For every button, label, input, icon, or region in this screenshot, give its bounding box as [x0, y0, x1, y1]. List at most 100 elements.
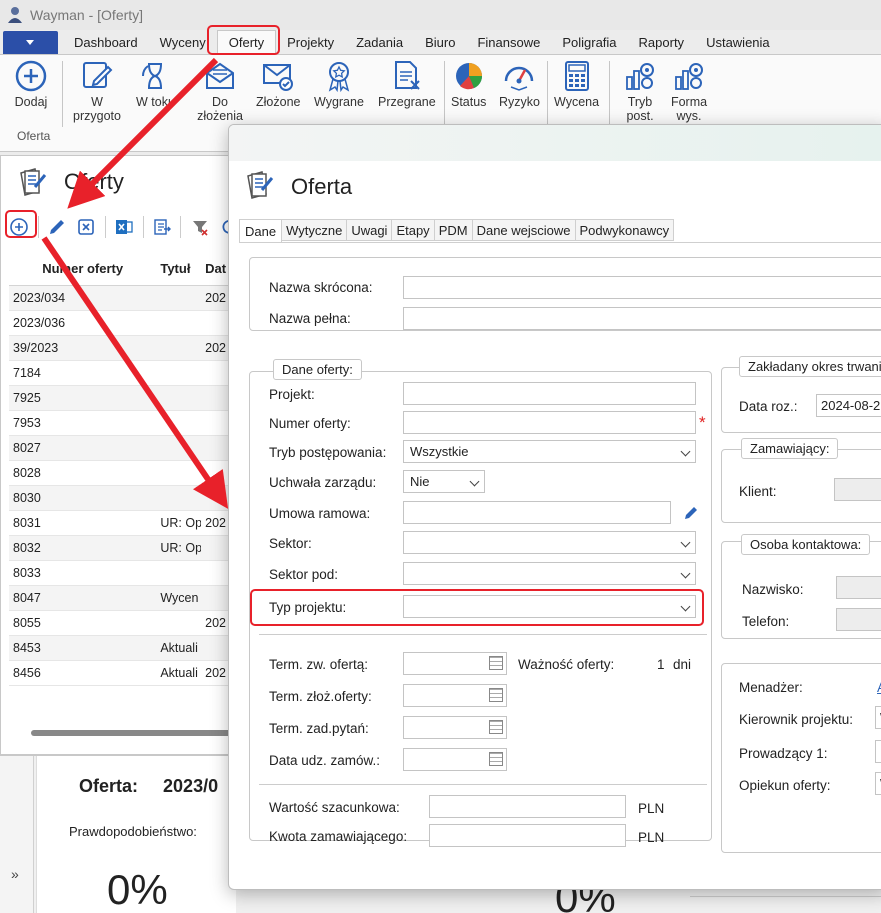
tab-dashboard[interactable]: Dashboard: [63, 30, 149, 54]
dodaj-button[interactable]: Dodaj: [14, 59, 48, 109]
table-row[interactable]: 7925: [9, 386, 241, 411]
okres-legend: Zakładany okres trwani: [739, 356, 881, 377]
tab-podwykonawcy[interactable]: Podwykonawcy: [575, 219, 675, 241]
delete-button[interactable]: [76, 215, 97, 239]
dialog-titlebar[interactable]: [229, 125, 881, 161]
tab-etapy[interactable]: Etapy: [392, 219, 435, 241]
hourglass-icon: [142, 63, 163, 89]
klient-input[interactable]: [834, 478, 881, 501]
tryb-post-button[interactable]: Tryb post.: [620, 59, 660, 123]
tab-uwagi[interactable]: Uwagi: [347, 219, 393, 241]
term-zloz-date[interactable]: [403, 684, 507, 707]
divider: [259, 784, 707, 785]
column-header-tytul[interactable]: Tytuł: [156, 261, 201, 276]
export-button[interactable]: [151, 215, 172, 239]
table-row[interactable]: 8030: [9, 486, 241, 511]
zlozone-button[interactable]: Złożone: [256, 59, 300, 109]
kierownik-select[interactable]: W: [875, 706, 881, 729]
edit-button[interactable]: [47, 215, 68, 239]
summary-card: Oferta: 2023/0 Prawdopodobieństwo: 0%: [36, 756, 236, 913]
table-row[interactable]: 39/2023 202: [9, 336, 241, 361]
table-row[interactable]: 8033: [9, 561, 241, 586]
chevron-double-down-icon[interactable]: »: [11, 866, 19, 882]
table-row[interactable]: 8456 Aktuali 202: [9, 661, 241, 686]
cell-numer: 7925: [13, 391, 41, 405]
tab-wytyczne[interactable]: Wytyczne: [282, 219, 348, 241]
sektor-select[interactable]: [403, 531, 696, 554]
nazwa-skrocona-input[interactable]: [403, 276, 881, 299]
bar-gear-icon: [675, 63, 703, 90]
tab-pdm[interactable]: PDM: [434, 219, 473, 241]
filter-clear-button[interactable]: [189, 215, 210, 239]
chevron-down-icon: [680, 537, 691, 548]
forma-wys-button[interactable]: Forma wys.: [668, 59, 710, 123]
projekt-input[interactable]: [403, 382, 696, 405]
tab-finansowe[interactable]: Finansowe: [466, 30, 551, 54]
table-row[interactable]: 2023/034 202: [9, 286, 241, 311]
table-row[interactable]: 8028: [9, 461, 241, 486]
table-row[interactable]: 8047 Wycen: [9, 586, 241, 611]
przegrane-button[interactable]: Przegrane: [378, 59, 436, 109]
tab-ustawienia[interactable]: Ustawienia: [695, 30, 781, 54]
table-row[interactable]: 8453 Aktuali: [9, 636, 241, 661]
prowadzacy-select[interactable]: [875, 740, 881, 763]
tab-dane-wejsciowe[interactable]: Dane wejsciowe: [472, 219, 576, 241]
calendar-icon[interactable]: [489, 656, 503, 670]
term-zad-date[interactable]: [403, 716, 507, 739]
term-zw-label: Term. zw. ofertą:: [269, 657, 369, 672]
calendar-icon[interactable]: [489, 688, 503, 702]
nazwa-skrocona-label: Nazwa skrócona:: [269, 280, 373, 295]
telefon-input[interactable]: [836, 608, 881, 631]
highlight-oferty-tab: [207, 25, 280, 55]
ryzyko-button[interactable]: Ryzyko: [499, 59, 540, 109]
tab-zadania[interactable]: Zadania: [345, 30, 414, 54]
wartosc-input[interactable]: [429, 795, 626, 818]
tab-raporty[interactable]: Raporty: [628, 30, 696, 54]
summary-title-value: 2023/0: [163, 776, 219, 796]
table-row[interactable]: 7184: [9, 361, 241, 386]
tab-biuro[interactable]: Biuro: [414, 30, 466, 54]
w-przygoto-button[interactable]: W przygoto: [70, 59, 124, 123]
column-header-numer[interactable]: Numer oferty: [9, 261, 156, 276]
nazwa-pelna-input[interactable]: [403, 307, 881, 330]
table-row[interactable]: 8032 UR: Op: [9, 536, 241, 561]
kwota-input[interactable]: [429, 824, 626, 847]
table-row[interactable]: 8027: [9, 436, 241, 461]
w-toku-button[interactable]: W toku: [136, 59, 175, 109]
table-row[interactable]: 7953: [9, 411, 241, 436]
table-row[interactable]: 8031 UR: Op 202: [9, 511, 241, 536]
term-zw-date[interactable]: [403, 652, 507, 675]
data-roz-date[interactable]: 2024-08-21: [816, 394, 881, 417]
nazwisko-input[interactable]: [836, 576, 881, 599]
numer-oferty-input[interactable]: [403, 411, 696, 434]
sektor-pod-select[interactable]: [403, 562, 696, 585]
table-row[interactable]: 2023/036: [9, 311, 241, 336]
menadzer-link[interactable]: A: [877, 680, 881, 695]
highlight-add-button: [5, 210, 37, 238]
data-udz-date[interactable]: [403, 748, 507, 771]
umowa-input[interactable]: [403, 501, 671, 524]
wygrane-button[interactable]: Wygrane: [314, 59, 364, 109]
tab-poligrafia[interactable]: Poligrafia: [551, 30, 627, 54]
wycena-button[interactable]: Wycena: [554, 59, 599, 109]
horizontal-scrollbar[interactable]: [31, 730, 231, 736]
pencil-icon[interactable]: [683, 505, 699, 521]
nazwa-pelna-label: Nazwa pełna:: [269, 311, 351, 326]
toolbar-separator: [104, 216, 106, 238]
app-menu-button[interactable]: [3, 31, 58, 54]
opiekun-select[interactable]: W: [875, 772, 881, 795]
calendar-icon[interactable]: [489, 720, 503, 734]
uchwala-value: Nie: [410, 474, 430, 489]
calendar-icon[interactable]: [489, 752, 503, 766]
kierownik-label: Kierownik projektu:: [739, 712, 854, 727]
do-zlozenia-button[interactable]: Do złożenia: [193, 59, 247, 123]
uchwala-select[interactable]: Nie: [403, 470, 485, 493]
status-button[interactable]: Status: [451, 59, 486, 109]
tab-dane[interactable]: Dane: [239, 219, 283, 242]
kwota-label: Kwota zamawiającego:: [269, 829, 408, 844]
excel-export-button[interactable]: [114, 215, 135, 239]
cell-numer: 8028: [13, 466, 41, 480]
tryb-select[interactable]: Wszystkie: [403, 440, 696, 463]
tab-projekty[interactable]: Projekty: [276, 30, 345, 54]
table-row[interactable]: 8055 202: [9, 611, 241, 636]
